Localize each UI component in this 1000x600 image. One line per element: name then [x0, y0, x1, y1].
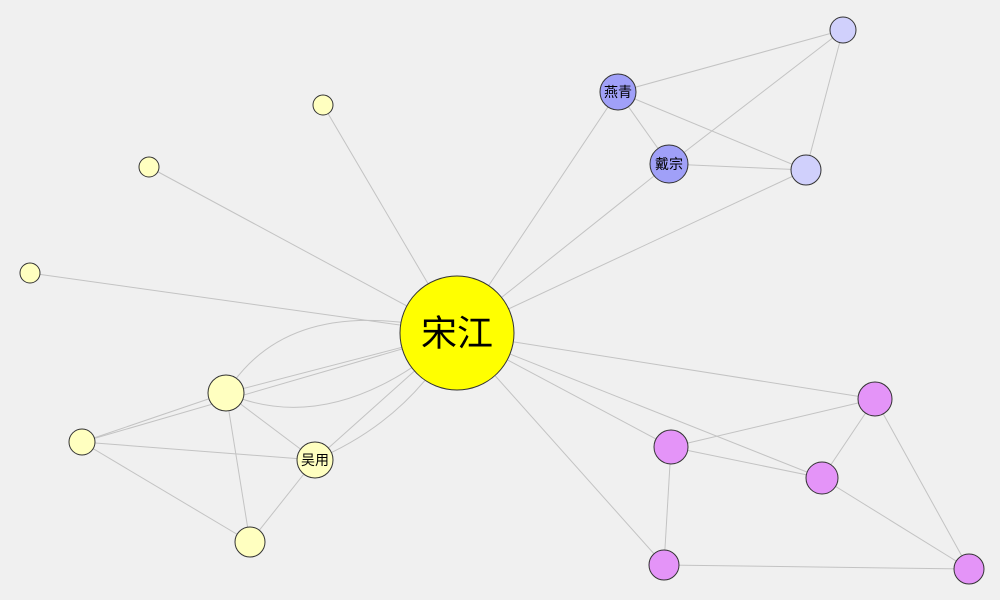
edge-p3-p5	[821, 477, 970, 570]
edge-p1-p4	[663, 446, 672, 566]
node-circle-p4[interactable]	[648, 549, 680, 581]
relationship-graph: 宋江吴用 燕青戴宗	[0, 0, 1000, 600]
node-circle-y4[interactable]	[207, 374, 245, 412]
node-circle-p3[interactable]	[805, 461, 839, 495]
edge-daizong-b2	[668, 163, 807, 171]
node-p3[interactable]	[805, 461, 839, 495]
edge-songjiang-p3	[456, 332, 823, 479]
node-y5[interactable]	[68, 428, 96, 456]
node-b1[interactable]	[829, 16, 857, 44]
node-y6[interactable]	[234, 526, 266, 558]
node-daizong[interactable]: 戴宗	[649, 144, 689, 184]
node-yanqing[interactable]: 燕青	[599, 73, 637, 111]
node-b2[interactable]	[790, 154, 822, 186]
edge-yanqing-b1	[617, 29, 844, 93]
node-y4[interactable]	[207, 374, 245, 412]
node-circle-y5[interactable]	[68, 428, 96, 456]
node-p5[interactable]	[953, 553, 985, 585]
edge-b1-b2	[805, 29, 844, 171]
node-circle-p1[interactable]	[653, 429, 689, 465]
node-circle-b2[interactable]	[790, 154, 822, 186]
node-label-daizong: 戴宗	[655, 157, 683, 173]
edge-y5-wuyong	[81, 441, 316, 461]
edge-p1-p3	[670, 446, 823, 479]
node-songjiang[interactable]: 宋江	[399, 275, 515, 391]
edge-p2-p5	[874, 398, 970, 570]
node-p1[interactable]	[653, 429, 689, 465]
edge-y4-y5	[81, 392, 227, 443]
edge-p1-p2	[670, 398, 876, 448]
node-y1[interactable]	[312, 94, 334, 116]
node-circle-p2[interactable]	[857, 381, 893, 417]
node-y3[interactable]	[19, 262, 41, 284]
graph-canvas: 宋江吴用 燕青戴宗	[19, 16, 985, 585]
node-circle-y2[interactable]	[138, 156, 160, 178]
node-wuyong[interactable]: 吴用	[296, 441, 334, 479]
edge-p4-p5	[663, 564, 970, 570]
edge-daizong-b1	[668, 29, 844, 165]
node-circle-y3[interactable]	[19, 262, 41, 284]
edge-y4-y6	[225, 392, 251, 543]
node-label-yanqing: 燕青	[604, 85, 632, 101]
node-circle-p5[interactable]	[953, 553, 985, 585]
node-p2[interactable]	[857, 381, 893, 417]
edge-songjiang-y3	[29, 272, 458, 334]
node-label-songjiang: 宋江	[421, 314, 493, 355]
edge-y5-y6	[81, 441, 251, 543]
node-circle-y6[interactable]	[234, 526, 266, 558]
nodes-layer: 宋江吴用 燕青戴宗	[19, 16, 985, 585]
node-y2[interactable]	[138, 156, 160, 178]
node-label-wuyong: 吴用	[301, 453, 329, 469]
node-circle-b1[interactable]	[829, 16, 857, 44]
node-p4[interactable]	[648, 549, 680, 581]
node-circle-y1[interactable]	[312, 94, 334, 116]
